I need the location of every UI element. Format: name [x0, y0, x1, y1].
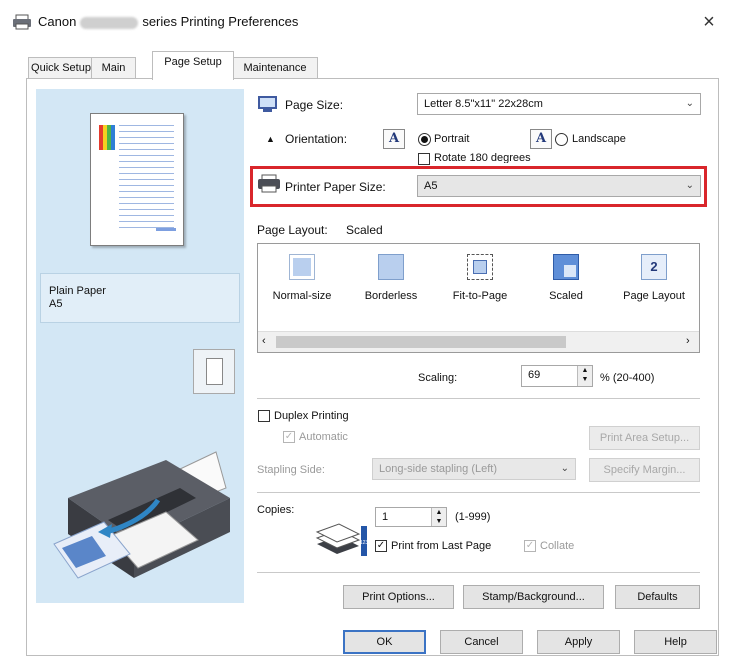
page-size-value: Letter 8.5"x11" 22x28cm [424, 98, 543, 110]
ok-button[interactable]: OK [343, 630, 426, 654]
close-button[interactable]: × [694, 8, 724, 36]
paper-type-text: Plain Paper [49, 285, 106, 297]
chevron-down-icon: ⌄ [560, 463, 569, 474]
layout-borderless[interactable]: Borderless [351, 254, 431, 302]
layout-scaled-label: Scaled [549, 290, 583, 302]
svg-text:123: 123 [360, 540, 369, 546]
scaling-range: % (20-400) [600, 372, 655, 384]
scaled-icon [553, 254, 579, 280]
copies-stack-icon: 123 [315, 523, 369, 556]
page-layout-label: Page Layout: [257, 223, 328, 237]
tab-maintenance[interactable]: Maintenance [232, 57, 318, 79]
printer-icon [13, 14, 31, 30]
printer-paper-size-value: A5 [424, 180, 438, 192]
cancel-button[interactable]: Cancel [440, 630, 523, 654]
duplex-checkbox[interactable] [258, 410, 270, 422]
layout-page-layout[interactable]: 2 Page Layout [614, 254, 694, 302]
defaults-button[interactable]: Defaults [615, 585, 700, 609]
page-icon [206, 358, 223, 385]
spinner-arrows-icon[interactable]: ▲ ▼ [577, 366, 592, 386]
copies-input[interactable]: 1 ▲ ▼ [375, 507, 447, 527]
automatic-label: Automatic [299, 431, 348, 443]
collate-label: Collate [540, 540, 575, 552]
print-area-setup-button[interactable]: Print Area Setup... [589, 426, 700, 450]
layout-normal-size-label: Normal-size [272, 290, 332, 302]
divider [257, 492, 700, 493]
stapling-side-label: Stapling Side: [257, 464, 325, 476]
page-size-icon [258, 96, 277, 112]
expand-arrow-icon: ▲ [266, 134, 275, 144]
apply-button[interactable]: Apply [537, 630, 620, 654]
help-button[interactable]: Help [634, 630, 717, 654]
layout-scrollbar[interactable]: ‹ › [258, 331, 699, 352]
stapling-side-value: Long-side stapling (Left) [379, 463, 498, 475]
landscape-a-icon: A [530, 129, 552, 149]
spinner-arrows-icon[interactable]: ▲ ▼ [431, 508, 446, 526]
layout-fit-to-page-label: Fit-to-Page [452, 290, 508, 302]
title-suffix: series Printing Preferences [142, 14, 299, 29]
layout-normal-size[interactable]: Normal-size [262, 254, 342, 302]
portrait-a-icon: A [383, 129, 405, 149]
preview-text-lines [119, 125, 174, 233]
scaling-input[interactable]: 69 ▲ ▼ [521, 365, 593, 387]
collate-checkbox[interactable]: ✓ [524, 540, 536, 552]
borderless-icon [378, 254, 404, 280]
divider [257, 398, 700, 399]
page-layout-value: Scaled [346, 223, 383, 237]
printer-icon [258, 174, 280, 193]
paper-size-text: A5 [49, 298, 63, 310]
rotate-label: Rotate 180 degrees [434, 152, 531, 163]
layout-scaled[interactable]: Scaled [526, 254, 606, 302]
portrait-label: Portrait [434, 133, 470, 145]
paper-info-box: Plain Paper A5 [40, 273, 240, 323]
printer-illustration-icon [53, 451, 230, 579]
duplex-label: Duplex Printing [274, 410, 349, 422]
orientation-label: Orientation: [285, 132, 348, 146]
preview-color-image [99, 125, 115, 150]
normal-size-icon [289, 254, 315, 280]
chevron-down-icon: ⌄ [685, 180, 694, 191]
copies-label: Copies: [257, 504, 295, 516]
layout-fit-to-page[interactable]: Fit-to-Page [440, 254, 520, 302]
redacted-model [80, 16, 139, 29]
scaling-label: Scaling: [418, 372, 458, 384]
landscape-radio[interactable] [555, 133, 568, 146]
tab-main[interactable]: Main [91, 57, 136, 79]
scroll-left-icon[interactable]: ‹ [262, 335, 266, 347]
print-from-last-page-checkbox[interactable]: ✓ [375, 540, 387, 552]
print-options-button[interactable]: Print Options... [343, 585, 454, 609]
stapling-side-select[interactable]: Long-side stapling (Left) ⌄ [372, 458, 576, 480]
copies-range: (1-999) [455, 511, 491, 523]
scaling-value: 69 [528, 369, 541, 381]
specify-margin-button[interactable]: Specify Margin... [589, 458, 700, 482]
portrait-radio[interactable] [418, 133, 431, 146]
tab-quick-setup[interactable]: Quick Setup [28, 57, 94, 79]
preview-line-accent [156, 228, 176, 231]
chevron-down-icon: ⌄ [685, 98, 694, 109]
stamp-background-button[interactable]: Stamp/Background... [463, 585, 604, 609]
printer-paper-size-label: Printer Paper Size: [285, 180, 386, 194]
orientation-preview-button[interactable] [193, 349, 235, 394]
title-bar: Canon series Printing Preferences × [0, 0, 731, 46]
landscape-label: Landscape [572, 133, 626, 145]
layout-page-layout-label: Page Layout [623, 290, 685, 302]
scroll-right-icon[interactable]: › [686, 335, 690, 347]
layout-borderless-label: Borderless [364, 290, 418, 302]
rotate-checkbox[interactable] [418, 153, 430, 165]
tab-page-setup[interactable]: Page Setup [152, 51, 234, 80]
page-size-label: Page Size: [285, 98, 344, 112]
scrollbar-thumb[interactable] [276, 336, 566, 348]
title-brand: Canon [38, 14, 77, 29]
page-size-select[interactable]: Letter 8.5"x11" 22x28cm ⌄ [417, 93, 701, 115]
fit-to-page-icon [467, 254, 493, 280]
automatic-checkbox[interactable]: ✓ [283, 431, 295, 443]
copies-value: 1 [382, 511, 389, 523]
window-title: Canon series Printing Preferences [38, 14, 298, 29]
page-layout-icon: 2 [641, 254, 667, 280]
print-from-last-page-label: Print from Last Page [391, 540, 492, 552]
divider [257, 572, 700, 573]
printer-paper-size-select[interactable]: A5 ⌄ [417, 175, 701, 197]
